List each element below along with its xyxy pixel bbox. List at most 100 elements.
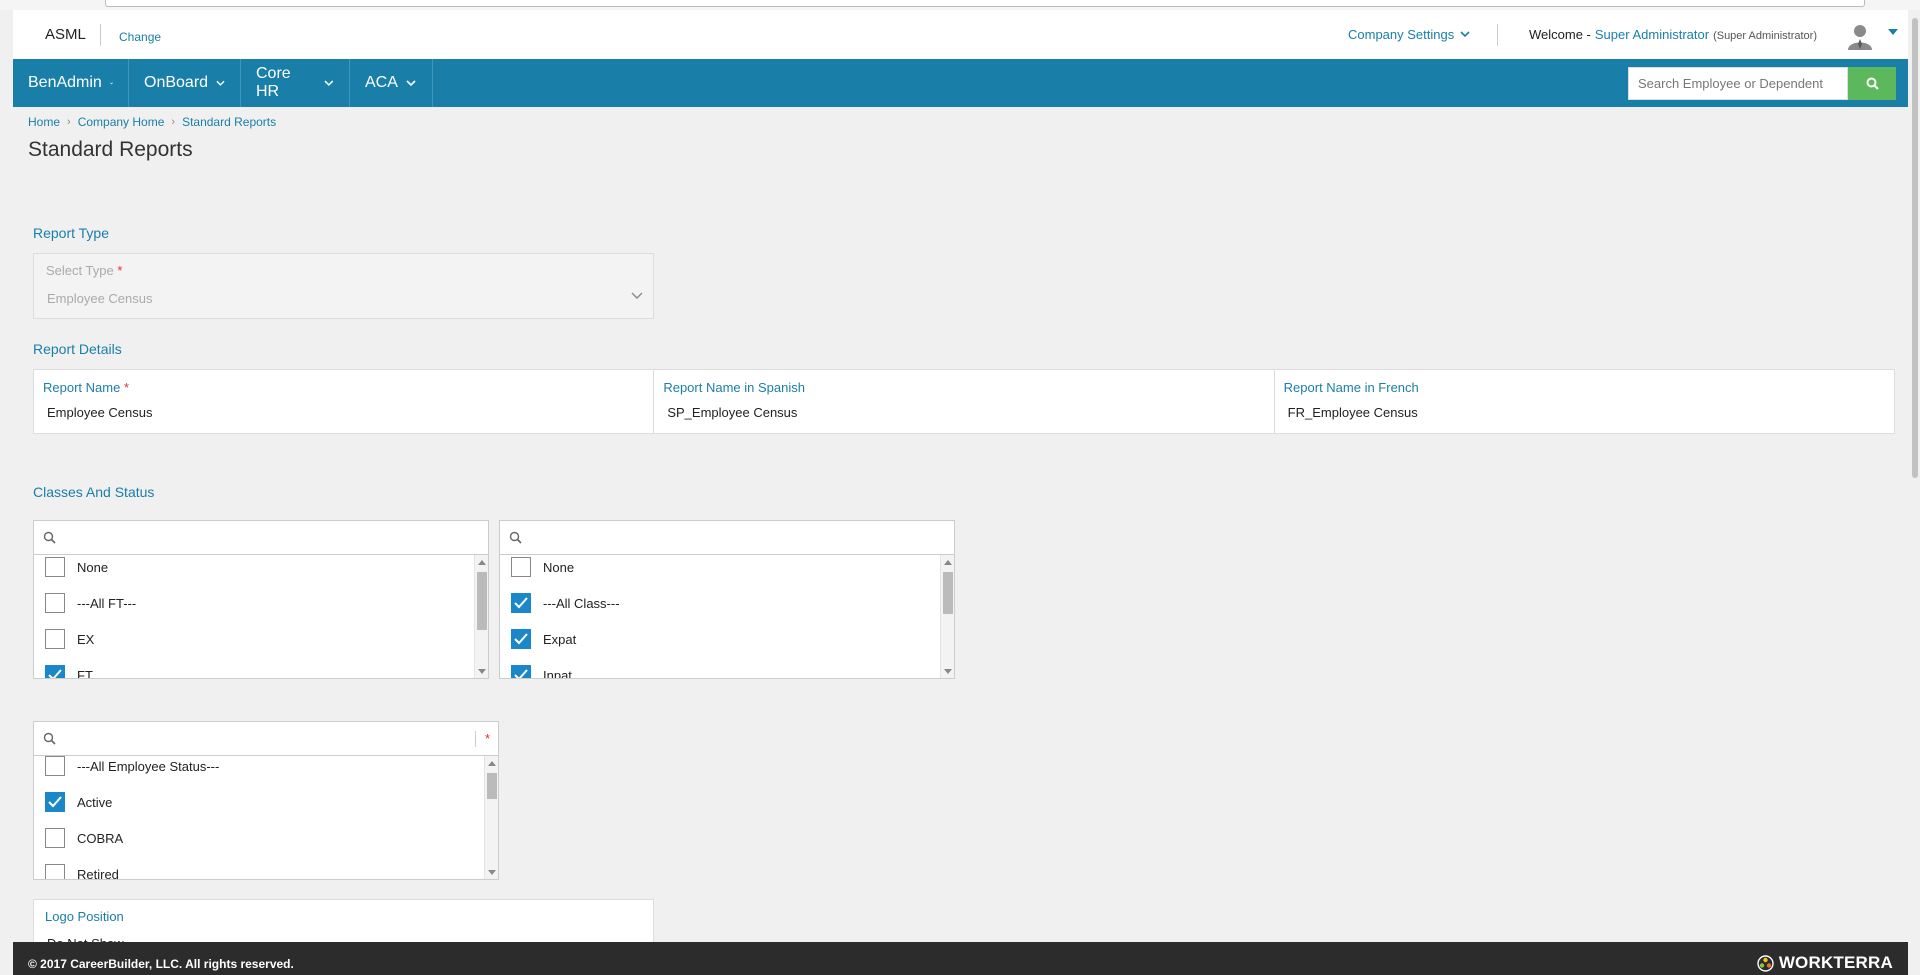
avatar-icon[interactable] — [1846, 22, 1874, 50]
checkbox-checked[interactable] — [45, 665, 65, 678]
list-item-label: ---All Class--- — [543, 595, 620, 611]
breadcrumb-home[interactable]: Home — [28, 115, 60, 129]
browser-url-bar[interactable] — [105, 0, 1865, 7]
chevron-down-icon — [216, 80, 225, 86]
list-scrollbar[interactable] — [484, 756, 498, 879]
employee-search — [1628, 67, 1896, 100]
classes-status-heading: Classes And Status — [33, 484, 155, 500]
checkbox[interactable] — [45, 828, 65, 848]
company-settings-menu[interactable]: Company Settings — [1348, 27, 1470, 42]
search-icon — [509, 531, 522, 544]
user-role: (Super Administrator) — [1713, 30, 1817, 42]
list-item[interactable]: None — [511, 556, 574, 578]
page-scrollbar[interactable] — [1910, 10, 1920, 942]
nav-benadmin[interactable]: BenAdmin — [13, 59, 129, 107]
scroll-down-icon[interactable] — [944, 669, 952, 674]
checkbox-checked[interactable] — [511, 593, 531, 613]
logo-position-label: Logo Position — [45, 909, 124, 924]
list-item[interactable]: FT — [45, 664, 93, 679]
list-item-label: FT — [77, 667, 93, 679]
nav-item-label: ACA — [365, 74, 398, 91]
main-nav: BenAdmin OnBoard Core HR ACA — [13, 59, 1908, 107]
workterra-logo-icon — [1757, 954, 1774, 972]
list-item-label: EX — [77, 631, 95, 647]
list-item[interactable]: ---All Class--- — [511, 592, 620, 614]
change-company-link[interactable]: Change — [119, 30, 161, 44]
scroll-up-icon[interactable] — [488, 761, 496, 766]
list-item-label: COBRA — [77, 830, 124, 846]
scroll-down-icon[interactable] — [488, 870, 496, 875]
chevron-down-icon — [406, 79, 416, 86]
list-item-label: Retired — [77, 866, 119, 880]
top-header: ASML Change Company Settings Welcome - S… — [13, 10, 1908, 59]
class-list-2-search[interactable] — [500, 521, 954, 555]
nav-aca[interactable]: ACA — [350, 59, 433, 107]
checkbox-checked[interactable] — [45, 792, 65, 812]
employee-status-search[interactable]: * — [34, 722, 498, 756]
list-item-label: None — [543, 559, 575, 575]
breadcrumb-standard-reports[interactable]: Standard Reports — [182, 115, 276, 129]
checkbox[interactable] — [45, 557, 65, 577]
scroll-thumb[interactable] — [477, 572, 487, 630]
chevron-down-icon — [109, 82, 113, 84]
chevron-down-icon — [1460, 31, 1470, 38]
scroll-up-icon[interactable] — [478, 560, 486, 565]
breadcrumb-company-home[interactable]: Company Home — [78, 115, 165, 129]
user-menu-caret-icon[interactable] — [1888, 29, 1898, 35]
list-item[interactable]: COBRA — [45, 827, 123, 849]
list-item-label: Inpat — [543, 667, 572, 679]
breadcrumb-separator: › — [171, 116, 176, 128]
nav-item-label: BenAdmin — [28, 74, 102, 91]
list-item[interactable]: Active — [45, 791, 112, 813]
checkbox[interactable] — [511, 557, 531, 577]
report-name-french-field[interactable]: Report Name in French FR_Employee Census — [1275, 370, 1894, 433]
checkmark-icon — [48, 796, 62, 808]
list-item[interactable]: Retired — [45, 863, 119, 880]
browser-url-strip — [0, 0, 1920, 10]
search-button[interactable] — [1848, 67, 1896, 100]
checkbox-checked[interactable] — [511, 629, 531, 649]
list-item-label: ---All FT--- — [77, 595, 137, 611]
nav-item-label: Core HR — [256, 65, 291, 100]
list-item[interactable]: EX — [45, 628, 94, 650]
report-name-value: Employee Census — [47, 405, 153, 420]
list-scrollbar[interactable] — [940, 555, 954, 678]
list-item-label: None — [77, 559, 109, 575]
checkbox[interactable] — [45, 864, 65, 879]
page-scroll-thumb[interactable] — [1912, 18, 1918, 478]
list-item[interactable]: ---All FT--- — [45, 592, 136, 614]
checkbox[interactable] — [45, 593, 65, 613]
select-type-value: Employee Census — [47, 291, 153, 306]
list-item[interactable]: Expat — [511, 628, 576, 650]
checkmark-icon — [48, 669, 62, 678]
nav-item-label: OnBoard — [144, 74, 209, 91]
nav-core-hr[interactable]: Core HR — [241, 59, 350, 107]
list-scrollbar[interactable] — [474, 555, 488, 678]
logo-position-select[interactable]: Logo Position Do Not Show — [33, 899, 654, 944]
list-item[interactable]: Inpat — [511, 664, 572, 679]
scroll-thumb[interactable] — [487, 773, 497, 799]
list-item[interactable]: ---All Employee Status--- — [45, 756, 219, 777]
checkbox[interactable] — [45, 629, 65, 649]
checkbox-checked[interactable] — [511, 665, 531, 678]
report-name-spanish-field[interactable]: Report Name in Spanish SP_Employee Censu… — [654, 370, 1275, 433]
class-list-1-search[interactable] — [34, 521, 488, 555]
report-name-spanish-label: Report Name in Spanish — [663, 380, 805, 395]
list-item[interactable]: None — [45, 556, 108, 578]
scroll-up-icon[interactable] — [944, 560, 952, 565]
chevron-down-icon — [631, 292, 643, 299]
class-list-2: None ---All Class--- Expat Inpat — [499, 520, 955, 679]
scroll-thumb[interactable] — [943, 572, 953, 614]
chevron-down-icon — [324, 80, 334, 86]
user-name-link[interactable]: Super Administrator — [1595, 27, 1709, 42]
nav-onboard[interactable]: OnBoard — [129, 59, 241, 107]
report-type-select[interactable]: Select Type * Employee Census — [33, 253, 654, 319]
employee-search-input[interactable] — [1628, 67, 1848, 100]
scroll-down-icon[interactable] — [478, 669, 486, 674]
checkbox[interactable] — [45, 756, 65, 776]
employee-status-list: * ---All Employee Status--- Active COBRA… — [33, 721, 499, 880]
required-divider — [475, 731, 476, 747]
report-name-field[interactable]: Report Name * Employee Census — [34, 370, 655, 433]
welcome-label: Welcome - — [1529, 27, 1591, 42]
breadcrumb-separator: › — [67, 116, 71, 128]
